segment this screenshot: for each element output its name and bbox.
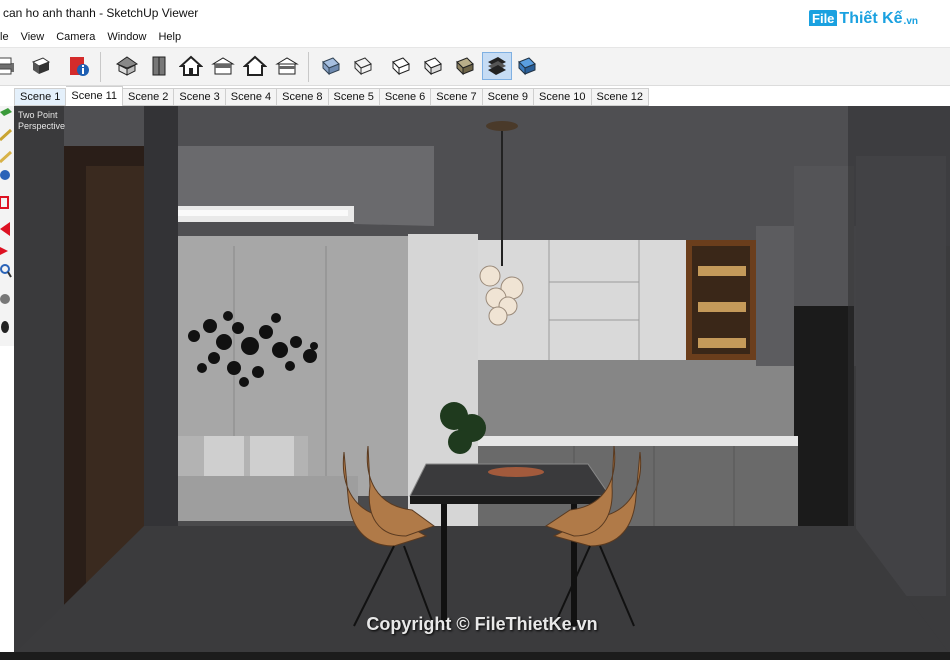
iso-view-icon[interactable] [114, 53, 140, 79]
print-icon[interactable] [0, 53, 18, 79]
title-bar: can ho anh thanh - SketchUp Viewer File … [0, 0, 950, 28]
zoom-extents-tool-icon[interactable] [0, 292, 12, 306]
tab-scene-12[interactable]: Scene 12 [591, 88, 650, 106]
model-viewport[interactable]: Two Point Perspective Copyright © FileTh… [14, 106, 950, 654]
camera-mode-line1: Two Point [18, 110, 58, 120]
tab-scene-11[interactable]: Scene 11 [66, 86, 124, 106]
move-tool-icon[interactable] [0, 244, 12, 258]
pan-tool-icon[interactable] [0, 222, 12, 236]
print-preview-icon[interactable] [28, 53, 54, 79]
toolbar-separator [308, 52, 309, 82]
menu-view[interactable]: View [15, 31, 51, 43]
menu-window[interactable]: Window [101, 31, 152, 43]
monochrome-style-icon[interactable] [482, 52, 512, 80]
section-tool-icon[interactable] [0, 196, 12, 210]
tab-scene-2[interactable]: Scene 2 [123, 88, 175, 106]
tab-scene-4[interactable]: Scene 4 [225, 88, 278, 106]
color-by-layer-style-icon[interactable] [514, 53, 540, 79]
tab-scene-8[interactable]: Scene 8 [277, 88, 329, 106]
camera-mode-label: Two Point Perspective [18, 110, 65, 132]
left-tool-palette [0, 106, 14, 346]
tab-scene-3[interactable]: Scene 3 [174, 88, 226, 106]
tab-scene-9[interactable]: Scene 9 [482, 88, 535, 106]
right-view-icon[interactable] [210, 53, 236, 79]
front-view-icon[interactable] [178, 53, 204, 79]
hidden-line-style-icon[interactable] [388, 53, 414, 79]
tab-scene-10[interactable]: Scene 10 [534, 88, 592, 106]
tab-scene-7[interactable]: Scene 7 [431, 88, 483, 106]
zoom-tool-icon[interactable] [0, 264, 12, 278]
tab-scene-5[interactable]: Scene 5 [328, 88, 380, 106]
menu-file[interactable]: le [0, 31, 15, 43]
scene-tabs: Scene 1 Scene 11 Scene 2 Scene 3 Scene 4… [14, 86, 650, 106]
walk-tool-icon[interactable] [0, 320, 12, 334]
pencil-tool-icon[interactable] [0, 150, 13, 164]
left-view-icon[interactable] [274, 53, 300, 79]
xray-style-icon[interactable] [318, 53, 344, 79]
tab-scene-6[interactable]: Scene 6 [379, 88, 432, 106]
back-view-icon[interactable] [242, 53, 268, 79]
copyright-watermark: Copyright © FileThietKe.vn [366, 614, 598, 634]
model-info-icon[interactable] [66, 53, 92, 79]
scene-render [14, 106, 950, 654]
menu-camera[interactable]: Camera [50, 31, 101, 43]
select-tool-icon[interactable] [0, 106, 12, 120]
pencil-tool-icon[interactable] [0, 128, 13, 142]
status-strip [0, 652, 950, 660]
top-view-icon[interactable] [146, 53, 172, 79]
camera-mode-line2: Perspective [18, 121, 66, 131]
shaded-style-icon[interactable] [420, 53, 446, 79]
toolbar [0, 48, 950, 86]
wireframe-style-icon[interactable] [350, 53, 376, 79]
menu-bar: le View Camera Window Help [0, 26, 950, 48]
window-title: can ho anh thanh - SketchUp Viewer [3, 6, 199, 20]
menu-help[interactable]: Help [152, 31, 187, 43]
tab-scene-1[interactable]: Scene 1 [14, 88, 67, 106]
toolbar-separator [100, 52, 101, 82]
shaded-textures-style-icon[interactable] [452, 53, 478, 79]
orbit-tool-icon[interactable] [0, 168, 12, 182]
